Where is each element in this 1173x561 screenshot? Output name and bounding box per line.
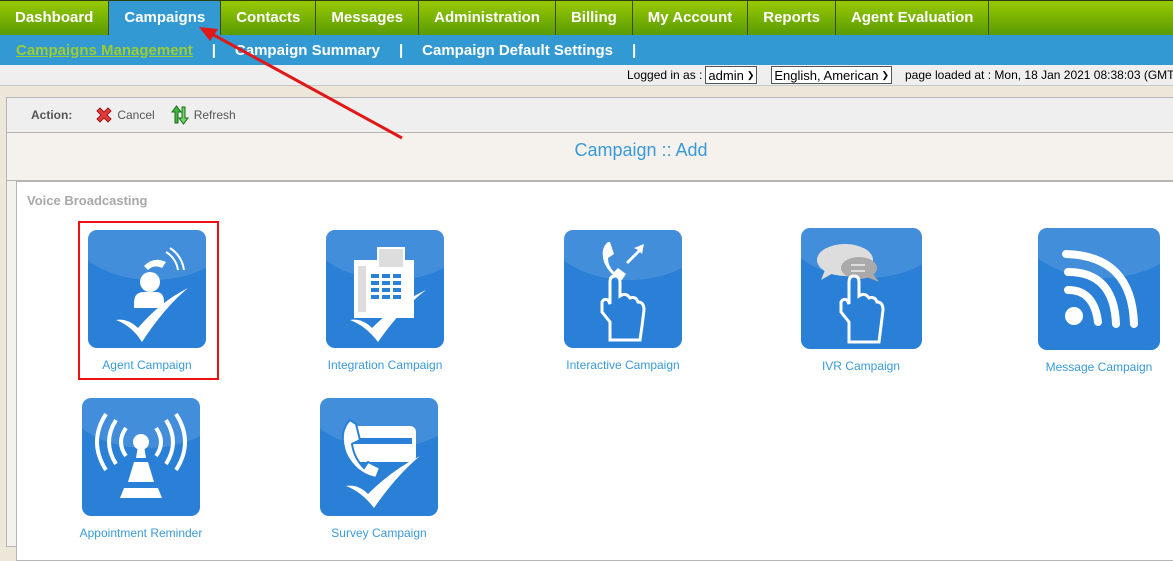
interactive-campaign-option[interactable]: Interactive Campaign: [553, 230, 693, 372]
appointment-reminder-label: Appointment Reminder: [79, 526, 203, 540]
user-select[interactable]: admin ❯: [705, 66, 758, 84]
tab-messages[interactable]: Messages: [316, 1, 420, 35]
logged-in-label: Logged in as :: [627, 68, 703, 82]
tab-agent-evaluation[interactable]: Agent Evaluation: [836, 1, 990, 35]
chevron-down-icon: ❯: [881, 69, 889, 80]
sub-navigation: Campaigns Management | Campaign Summary …: [0, 35, 1173, 65]
chat-touch-icon: [800, 228, 922, 349]
main-content: Action: Cancel Refresh Campaign :: Add V…: [6, 97, 1173, 561]
subnav-campaign-summary[interactable]: Campaign Summary: [235, 42, 380, 59]
cancel-label: Cancel: [117, 108, 155, 122]
tab-reports[interactable]: Reports: [748, 1, 836, 35]
agent-campaign-label: Agent Campaign: [102, 358, 192, 372]
subnav-separator: |: [398, 41, 404, 59]
status-bar: Logged in as : admin ❯ English, American ❯…: [0, 65, 1173, 86]
ivr-campaign-label: IVR Campaign: [821, 359, 901, 373]
refresh-icon: [170, 105, 189, 125]
appointment-reminder-option[interactable]: Appointment Reminder: [71, 398, 211, 540]
tab-contacts[interactable]: Contacts: [221, 1, 317, 35]
antenna-tower-icon: [82, 398, 200, 516]
action-label: Action:: [31, 108, 73, 122]
subnav-campaign-default-settings[interactable]: Campaign Default Settings: [422, 42, 613, 59]
survey-campaign-option[interactable]: Survey Campaign: [309, 398, 449, 540]
action-bar: Action: Cancel Refresh: [7, 98, 1173, 133]
agent-phone-check-icon: [88, 230, 206, 348]
phone-touch-icon: [564, 230, 682, 348]
top-navigation: Dashboard Campaigns Contacts Messages Ad…: [0, 0, 1173, 35]
fax-phone-check-icon: [326, 230, 444, 348]
language-select[interactable]: English, American ❯: [771, 66, 892, 84]
refresh-button[interactable]: Refresh: [169, 104, 236, 126]
language-select-value: English, American: [774, 67, 879, 83]
tab-dashboard[interactable]: Dashboard: [0, 1, 110, 35]
refresh-label: Refresh: [193, 108, 236, 122]
subnav-separator: |: [211, 41, 216, 59]
cancel-icon: [96, 107, 113, 123]
panel-title: Voice Broadcasting: [27, 193, 148, 208]
tab-billing[interactable]: Billing: [556, 1, 633, 35]
tab-my-account[interactable]: My Account: [633, 1, 749, 35]
user-select-value: admin: [708, 67, 744, 83]
message-campaign-label: Message Campaign: [1045, 360, 1153, 374]
interactive-campaign-label: Interactive Campaign: [566, 358, 680, 372]
voice-broadcasting-panel: Voice Broadcasting Agent Campaign Integr…: [16, 181, 1173, 561]
message-campaign-option[interactable]: Message Campaign: [1029, 228, 1169, 374]
page-title: Campaign :: Add: [7, 133, 1173, 181]
integration-campaign-option[interactable]: Integration Campaign: [315, 230, 455, 372]
broadcast-signal-icon: [1038, 228, 1160, 350]
tab-administration[interactable]: Administration: [419, 1, 556, 35]
subnav-separator: |: [632, 41, 637, 59]
subnav-campaigns-management[interactable]: Campaigns Management: [16, 42, 193, 59]
ivr-campaign-option[interactable]: IVR Campaign: [791, 228, 931, 373]
survey-campaign-label: Survey Campaign: [331, 526, 427, 540]
agent-campaign-option[interactable]: Agent Campaign: [77, 230, 217, 372]
cancel-button[interactable]: Cancel: [94, 105, 155, 125]
tab-campaigns[interactable]: Campaigns: [109, 1, 222, 35]
page-loaded-time: page loaded at : Mon, 18 Jan 2021 08:38:…: [904, 68, 1173, 82]
integration-campaign-label: Integration Campaign: [327, 358, 443, 372]
chevron-down-icon: ❯: [746, 69, 755, 80]
phone-card-check-icon: [320, 398, 438, 516]
